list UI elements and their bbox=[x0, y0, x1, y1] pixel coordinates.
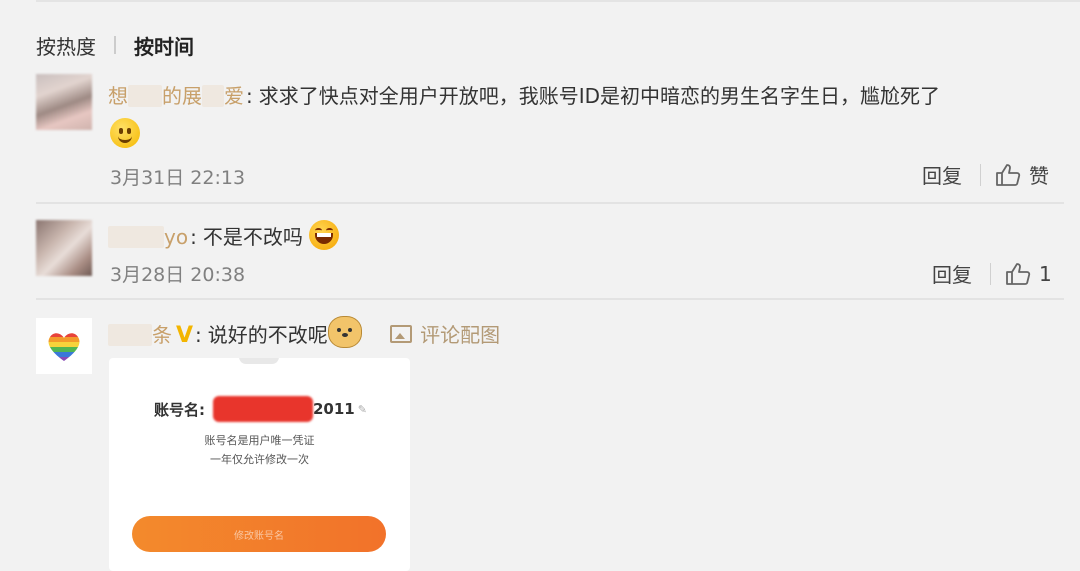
verified-v-icon: V bbox=[176, 323, 194, 348]
comment-3-line: 条 V: 说好的不改呢 评论配图 bbox=[108, 316, 500, 348]
top-divider bbox=[36, 0, 1080, 2]
laugh-emoji bbox=[309, 220, 340, 250]
like-button[interactable]: 赞 bbox=[995, 160, 1049, 189]
like-label: 赞 bbox=[1029, 164, 1049, 188]
sort-separator bbox=[114, 36, 116, 54]
image-decoration bbox=[239, 358, 279, 364]
account-name-note-2: 一年仅允许修改一次 bbox=[210, 453, 309, 466]
modify-account-name-button: 修改账号名 bbox=[132, 516, 386, 552]
comment-timestamp: 3月28日 20:38 bbox=[110, 264, 246, 286]
redacted-block bbox=[213, 396, 313, 422]
account-name-suffix: 2011 bbox=[313, 400, 355, 418]
sort-by-hot-tab[interactable]: 按热度 bbox=[36, 31, 96, 60]
comment-timestamp: 3月31日 22:13 bbox=[110, 167, 246, 189]
comment-actions: 回复 1 bbox=[932, 259, 1052, 288]
comment-text: 求求了快点对全用户开放吧，我账号ID是初中暗恋的男生名字生日，尴尬死了 bbox=[258, 84, 941, 108]
account-name-label: 账号名: bbox=[154, 400, 205, 419]
doge-emoji bbox=[327, 316, 362, 348]
comment-picture-link[interactable]: 评论配图 bbox=[390, 323, 500, 347]
account-name-note-1: 账号名是用户唯一凭证 bbox=[204, 434, 315, 447]
action-separator bbox=[980, 163, 981, 186]
sort-by-time-tab[interactable]: 按时间 bbox=[134, 31, 194, 60]
smile-emoji bbox=[110, 118, 140, 148]
comment-divider bbox=[36, 298, 1064, 300]
avatar[interactable] bbox=[36, 318, 92, 374]
comment-image[interactable]: 账号名: 2011 ✎ 账号名是用户唯一凭证 一年仅允许修改一次 修改账号名 bbox=[109, 358, 410, 571]
reply-button[interactable]: 回复 bbox=[922, 160, 962, 189]
comment-text: 说好的不改呢 bbox=[207, 323, 328, 347]
username[interactable]: yo bbox=[108, 225, 188, 249]
image-icon bbox=[390, 325, 413, 343]
avatar[interactable] bbox=[36, 220, 92, 276]
sort-bar: 按热度 按时间 bbox=[36, 30, 194, 60]
rainbow-heart-icon bbox=[48, 333, 80, 361]
comment-2-line: yo: 不是不改吗 bbox=[108, 220, 340, 250]
comment-divider bbox=[36, 202, 1064, 204]
like-button[interactable]: 1 bbox=[1005, 262, 1052, 286]
username[interactable]: 想的展爱 bbox=[108, 84, 244, 108]
action-separator bbox=[990, 262, 991, 285]
reply-button[interactable]: 回复 bbox=[932, 259, 972, 288]
comment-text: 不是不改吗 bbox=[202, 225, 303, 249]
comment-actions: 回复 赞 bbox=[922, 160, 1049, 189]
thumbs-up-icon bbox=[1006, 262, 1031, 285]
username[interactable]: 条 bbox=[108, 323, 172, 347]
like-count: 1 bbox=[1039, 261, 1052, 286]
account-name-row: 账号名: 2011 ✎ bbox=[154, 396, 367, 422]
comment-1-line: 想的展爱: 求求了快点对全用户开放吧，我账号ID是初中暗恋的男生名字生日，尴尬死了 bbox=[108, 84, 941, 108]
edit-icon: ✎ bbox=[357, 402, 367, 416]
thumbs-up-icon bbox=[996, 163, 1021, 186]
avatar[interactable] bbox=[36, 74, 92, 130]
